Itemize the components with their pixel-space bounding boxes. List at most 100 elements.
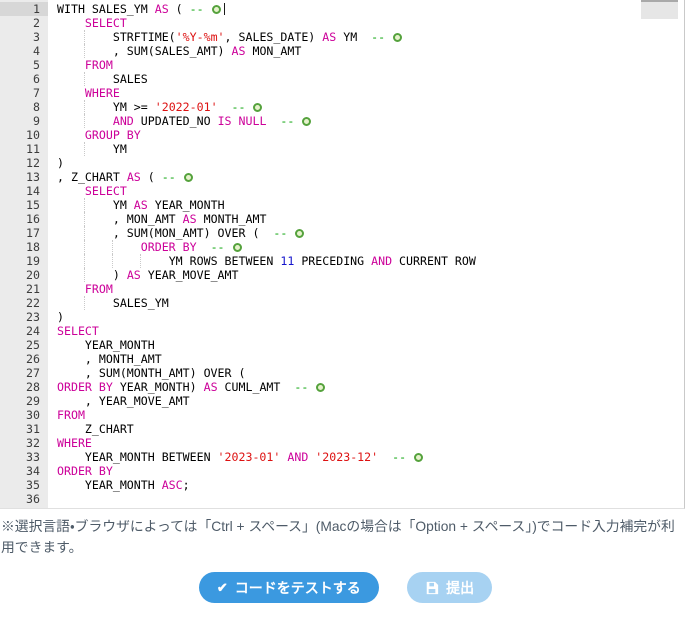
code-token: FROM: [84, 282, 113, 296]
indent: [83, 254, 113, 268]
code-token: , SUM(MONTH_AMT) OVER (: [84, 366, 246, 380]
code-token: ORDER BY: [57, 464, 113, 478]
line-number: 36: [26, 492, 40, 506]
code-line[interactable]: ): [57, 156, 684, 170]
code-token: AS: [203, 380, 218, 394]
line-number: 21: [26, 282, 40, 296]
code-line[interactable]: YM ROWS BETWEEN 11 PRECEDING AND CURRENT…: [57, 254, 684, 268]
line-number: 24: [26, 324, 40, 338]
code-line[interactable]: FROM: [57, 58, 684, 72]
indent: [83, 30, 113, 44]
code-line[interactable]: ORDER BY --: [57, 240, 684, 254]
code-line[interactable]: [57, 492, 684, 506]
code-token: YM ROWS BETWEEN: [168, 254, 281, 268]
code-token: FROM: [57, 408, 85, 422]
code-line[interactable]: SELECT: [57, 16, 684, 30]
code-token: ASC: [161, 478, 183, 492]
code-token: YEAR_MONTH: [84, 338, 155, 352]
code-line[interactable]: SELECT: [57, 184, 684, 198]
code-line[interactable]: , SUM(MONTH_AMT) OVER (: [57, 366, 684, 380]
code-line[interactable]: WITH SALES_YM AS ( --: [57, 2, 684, 16]
code-area[interactable]: WITH SALES_YM AS ( -- SELECT STRFTIME('%…: [48, 0, 684, 508]
code-token: STRFTIME(: [112, 30, 176, 44]
code-line[interactable]: YM AS YEAR_MONTH: [57, 198, 684, 212]
code-line[interactable]: FROM: [57, 408, 684, 422]
action-buttons: ✔ コードをテストする 提出: [0, 572, 691, 603]
code-editor[interactable]: 1 2 3 4 5 6 7 8 9 10 11 12 13 14 15 16 17 18 19 20 21 22 23 24 2…: [0, 0, 685, 509]
code-line[interactable]: ORDER BY YEAR_MONTH) AS CUML_AMT --: [57, 380, 684, 394]
indent: [83, 72, 113, 86]
line-number: 16: [26, 212, 40, 226]
line-number: 13: [26, 170, 40, 184]
code-line[interactable]: SELECT: [57, 324, 684, 338]
code-line[interactable]: , MONTH_AMT: [57, 352, 684, 366]
indent: [83, 44, 113, 58]
scrollbar-thumb[interactable]: [641, 0, 678, 19]
code-token: --: [392, 450, 414, 464]
code-token: AS: [231, 44, 246, 58]
line-number: 2: [33, 16, 40, 30]
line-number: 15: [26, 198, 40, 212]
code-line[interactable]: WHERE: [57, 436, 684, 450]
code-line[interactable]: YM: [57, 142, 684, 156]
code-line[interactable]: , MON_AMT AS MONTH_AMT: [57, 212, 684, 226]
code-line[interactable]: , SUM(MON_AMT) OVER ( --: [57, 226, 684, 240]
code-line[interactable]: YEAR_MONTH ASC;: [57, 478, 684, 492]
code-token: NULL: [238, 114, 267, 128]
code-line[interactable]: ) AS YEAR_MOVE_AMT: [57, 268, 684, 282]
code-token: --: [280, 114, 302, 128]
code-line[interactable]: SALES_YM: [57, 296, 684, 310]
code-line[interactable]: SALES: [57, 72, 684, 86]
comment-marker-icon: [414, 453, 424, 462]
line-number: 6: [33, 72, 40, 86]
code-line[interactable]: GROUP BY: [57, 128, 684, 142]
test-code-button[interactable]: ✔ コードをテストする: [198, 572, 379, 603]
code-line[interactable]: WHERE: [57, 86, 684, 100]
code-token: AS: [154, 2, 169, 16]
code-token: Z_CHART: [84, 422, 134, 436]
code-token: , Z_CHART: [57, 170, 127, 184]
code-line[interactable]: YM >= '2022-01' --: [57, 100, 684, 114]
line-number: 7: [33, 86, 40, 100]
code-line[interactable]: , SUM(SALES_AMT) AS MON_AMT: [57, 44, 684, 58]
code-line[interactable]: , YEAR_MOVE_AMT: [57, 394, 684, 408]
code-line[interactable]: STRFTIME('%Y-%m', SALES_DATE) AS YM --: [57, 30, 684, 44]
code-line[interactable]: , Z_CHART AS ( --: [57, 170, 684, 184]
code-line[interactable]: ): [57, 310, 684, 324]
test-code-button-label: コードをテストする: [234, 579, 361, 596]
comment-marker-icon: [253, 103, 263, 112]
save-icon: [425, 581, 439, 595]
code-line[interactable]: YEAR_MONTH BETWEEN '2023-01' AND '2023-1…: [57, 450, 684, 464]
code-token: AND: [287, 450, 309, 464]
indent: [83, 100, 113, 114]
submit-button[interactable]: 提出: [407, 572, 493, 603]
code-token: ;: [182, 478, 190, 492]
code-token: ORDER BY: [140, 240, 197, 254]
code-token: --: [231, 100, 253, 114]
indent: [139, 254, 169, 268]
code-token: , YEAR_MOVE_AMT: [84, 394, 190, 408]
code-token: '2023-01': [217, 450, 281, 464]
code-token: CUML_AMT: [217, 380, 295, 394]
code-line[interactable]: YEAR_MONTH: [57, 338, 684, 352]
line-number: 22: [26, 296, 40, 310]
code-line[interactable]: ORDER BY: [57, 464, 684, 478]
code-token: '2023-12': [315, 450, 379, 464]
code-token: GROUP BY: [84, 128, 141, 142]
code-line[interactable]: AND UPDATED_NO IS NULL --: [57, 114, 684, 128]
code-token: PRECEDING: [294, 254, 372, 268]
code-line[interactable]: Z_CHART: [57, 422, 684, 436]
code-token: YM >=: [112, 100, 155, 114]
code-line[interactable]: FROM: [57, 282, 684, 296]
line-number: 17: [26, 226, 40, 240]
